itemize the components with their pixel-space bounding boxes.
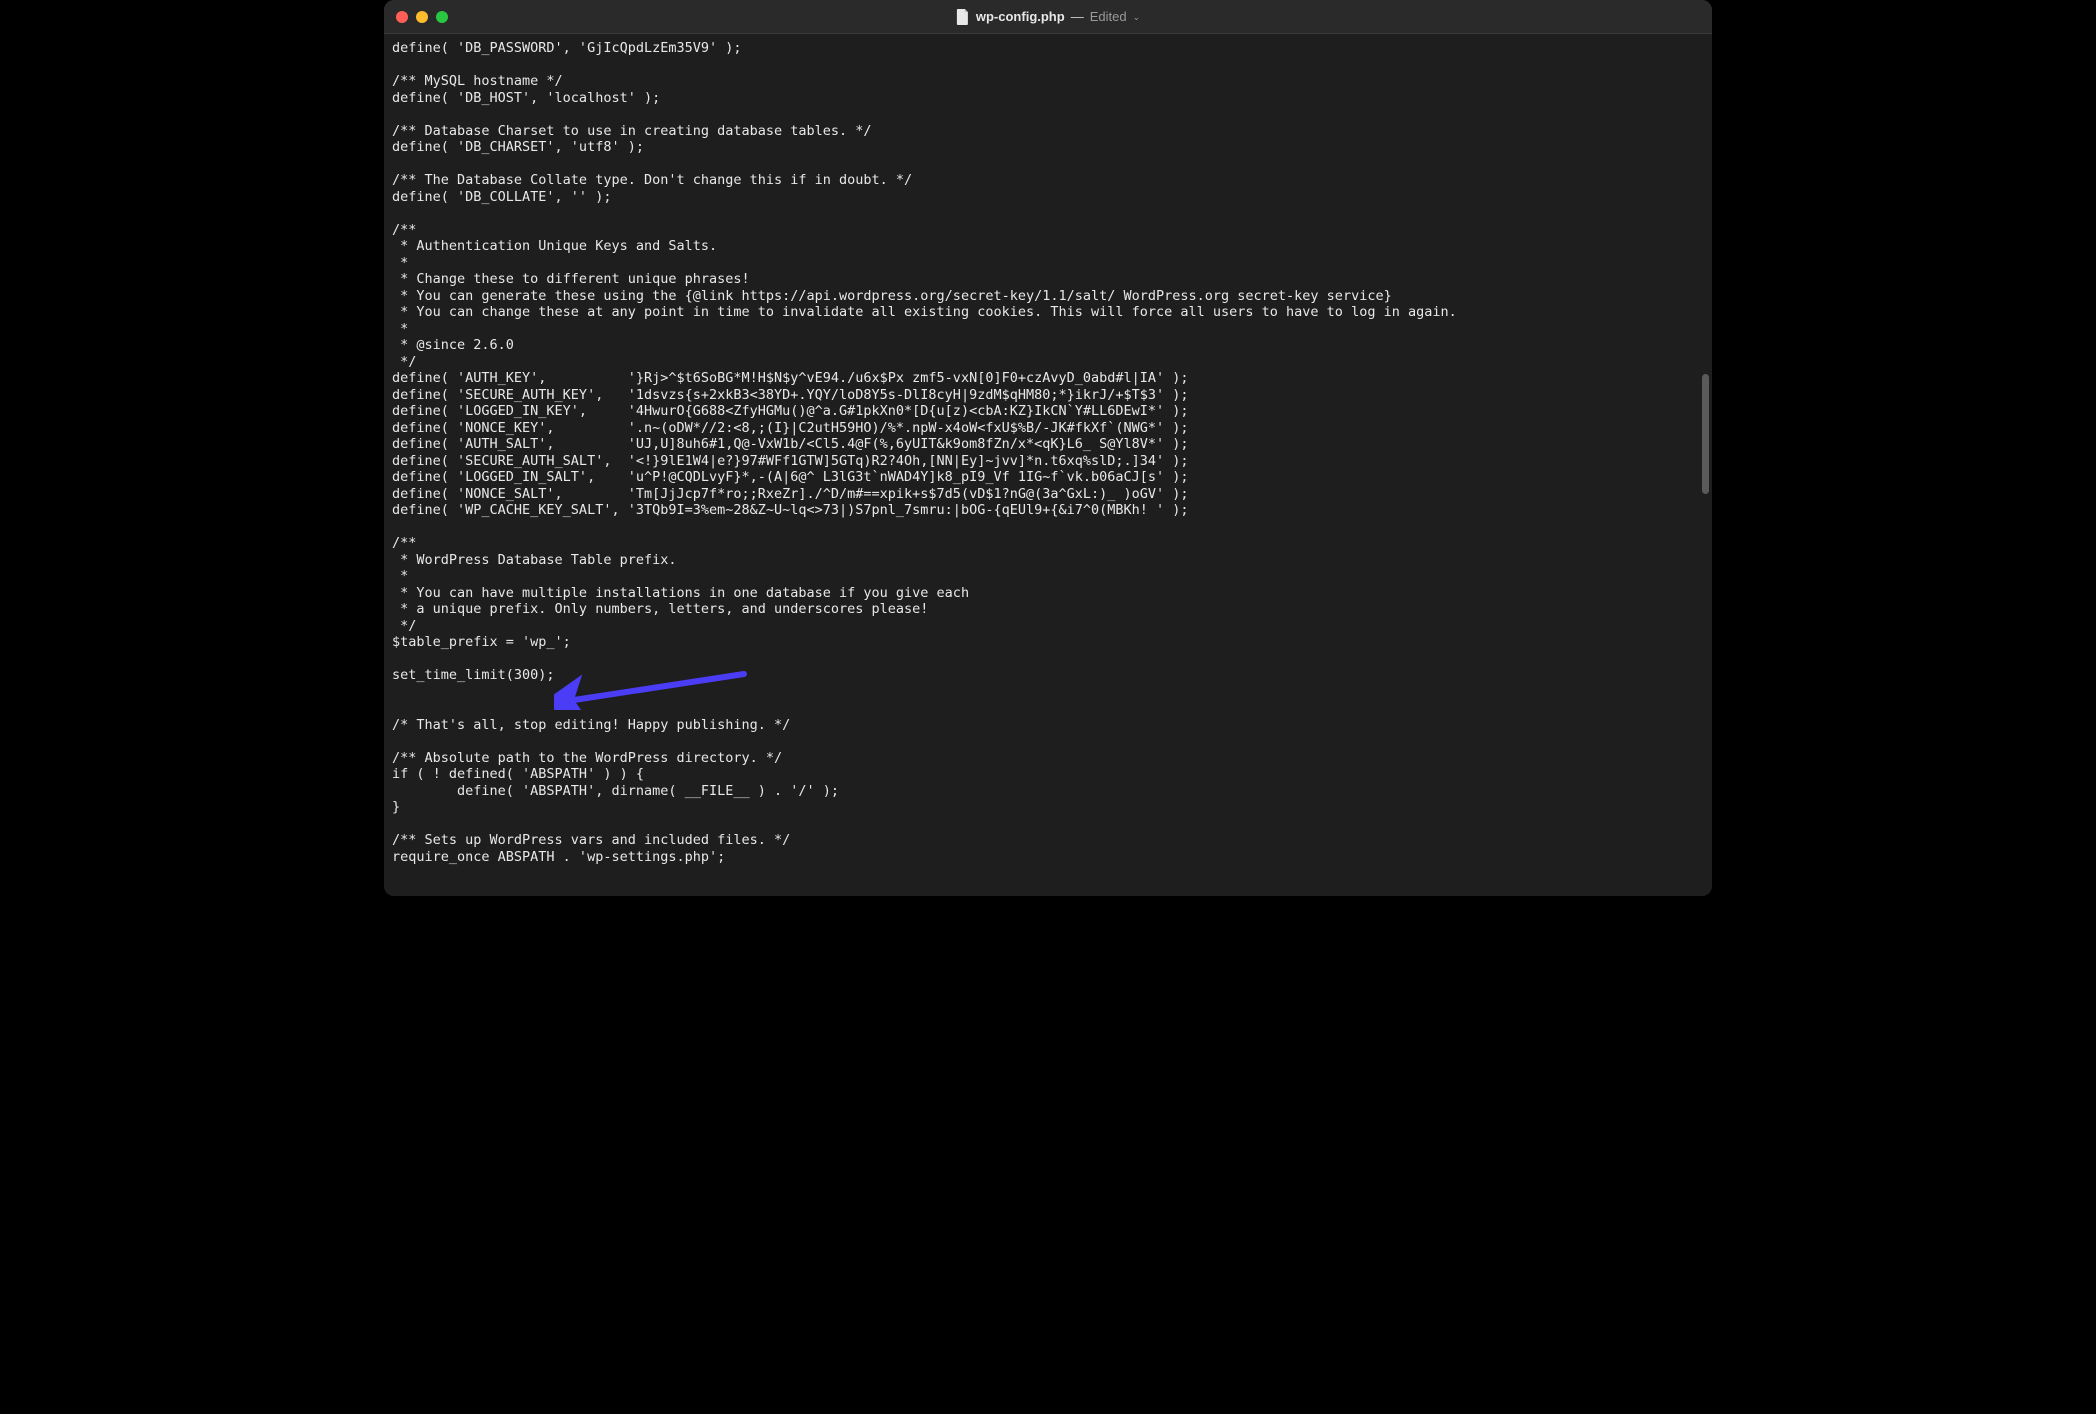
- close-icon[interactable]: [396, 11, 408, 23]
- minimize-icon[interactable]: [416, 11, 428, 23]
- title-separator: —: [1071, 9, 1084, 24]
- code-content[interactable]: define( 'DB_PASSWORD', 'GjIcQpdLzEm35V9'…: [392, 40, 1704, 865]
- code-editor[interactable]: define( 'DB_PASSWORD', 'GjIcQpdLzEm35V9'…: [384, 34, 1712, 896]
- chevron-down-icon[interactable]: ⌄: [1133, 12, 1141, 23]
- file-name: wp-config.php: [976, 9, 1065, 24]
- titlebar[interactable]: wp-config.php — Edited ⌄: [384, 0, 1712, 34]
- window-controls: [384, 11, 448, 23]
- window-title[interactable]: wp-config.php — Edited ⌄: [956, 9, 1140, 25]
- edited-status: Edited: [1090, 9, 1127, 24]
- scrollbar-thumb[interactable]: [1702, 374, 1709, 494]
- editor-window: wp-config.php — Edited ⌄ define( 'DB_PAS…: [384, 0, 1712, 896]
- document-icon: [956, 9, 970, 25]
- scrollbar[interactable]: [1701, 74, 1709, 886]
- maximize-icon[interactable]: [436, 11, 448, 23]
